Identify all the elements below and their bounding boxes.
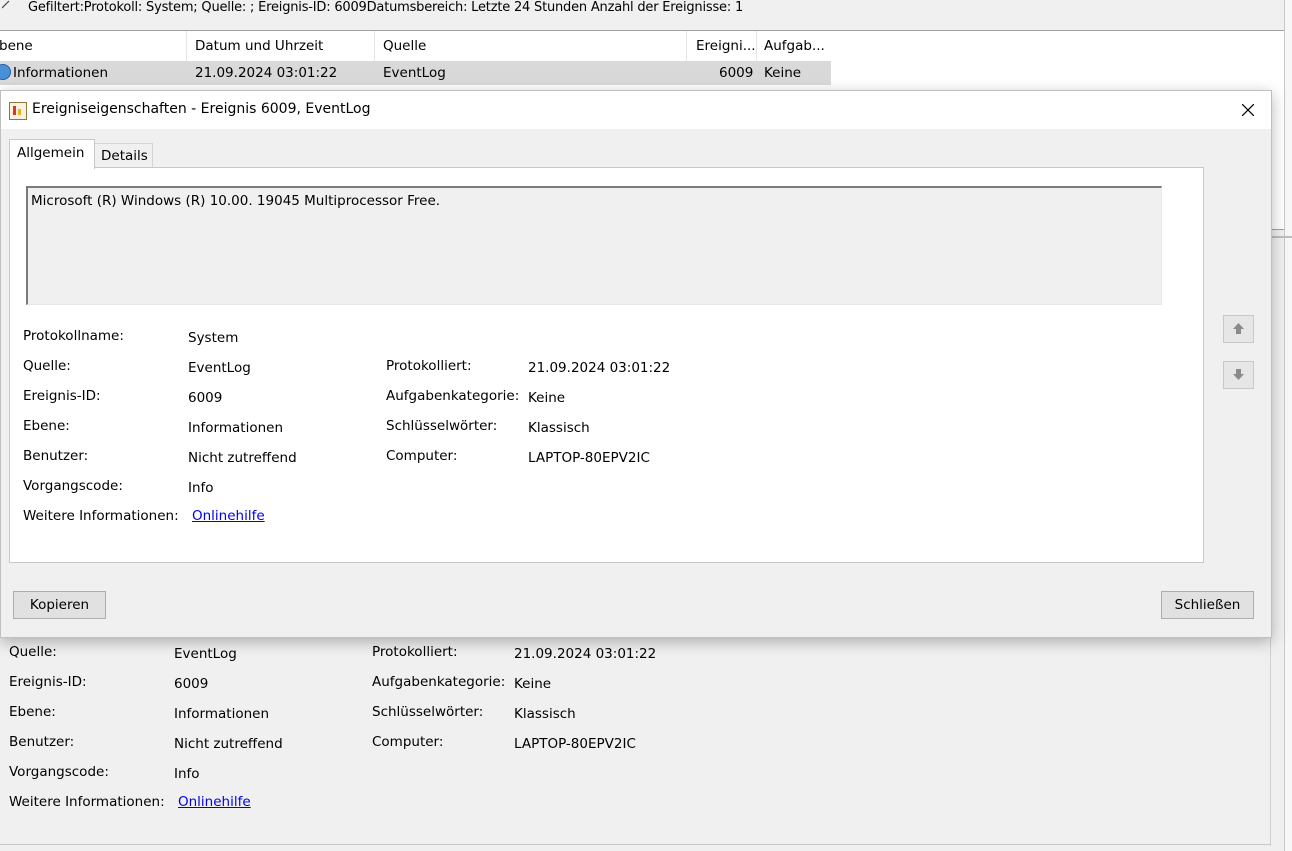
value-protokolliert: 21.09.2024 03:01:22 <box>528 360 671 376</box>
online-help-link[interactable]: Onlinehilfe <box>178 794 251 810</box>
filter-summary: Gefiltert:Protokoll: System; Quelle: ; E… <box>28 0 744 15</box>
close-icon <box>1242 104 1254 116</box>
filter-icon <box>2 0 10 9</box>
value-ereignis-id: 6009 <box>174 676 209 692</box>
column-separator[interactable] <box>756 31 757 61</box>
description-text: Microsoft (R) Windows (R) 10.00. 19045 M… <box>31 193 441 209</box>
value-ebene: Informationen <box>174 706 270 722</box>
table-row[interactable]: Informationen 21.09.2024 03:01:22 EventL… <box>0 61 831 85</box>
value-aufgabenkategorie: Keine <box>528 390 566 406</box>
tab-label: Details <box>101 148 148 164</box>
tab-allgemein[interactable]: Allgemein <box>9 139 95 169</box>
value-vorgangscode: Info <box>188 480 214 496</box>
next-event-button[interactable] <box>1223 361 1254 389</box>
label-aufgabenkategorie: Aufgabenkategorie: <box>386 388 520 404</box>
close-button-label: Schließen <box>1174 597 1241 613</box>
label-ereignis-id: Ereignis-ID: <box>23 388 101 404</box>
row-event-id: 6009 <box>719 65 754 81</box>
event-viewer-icon <box>9 102 27 120</box>
value-schluesselwoerter: Klassisch <box>514 706 576 722</box>
row-level: Informationen <box>13 65 109 81</box>
label-schluesselwoerter: Schlüsselwörter: <box>372 704 484 720</box>
tab-label: Allgemein <box>17 145 85 161</box>
column-separator[interactable] <box>186 31 187 61</box>
divider <box>0 844 1270 845</box>
column-header-level[interactable]: bene <box>0 38 33 54</box>
preview-details-pane: Quelle: EventLog Protokolliert: 21.09.20… <box>0 636 1271 846</box>
filter-bar: Gefiltert:Protokoll: System; Quelle: ; E… <box>0 0 1282 30</box>
copy-button-label: Kopieren <box>29 597 90 613</box>
label-vorgangscode: Vorgangscode: <box>9 764 109 780</box>
value-quelle: EventLog <box>174 646 237 662</box>
value-computer: LAPTOP-80EPV2IC <box>514 736 636 752</box>
label-ebene: Ebene: <box>23 418 70 434</box>
label-protokolliert: Protokolliert: <box>386 358 472 374</box>
column-header-task[interactable]: Aufgab... <box>764 38 825 54</box>
row-task: Keine <box>764 65 802 81</box>
arrow-down-icon <box>1233 369 1244 380</box>
close-button[interactable] <box>1231 95 1265 125</box>
label-benutzer: Benutzer: <box>9 734 75 750</box>
value-quelle: EventLog <box>188 360 251 376</box>
value-ebene: Informationen <box>188 420 284 436</box>
value-aufgabenkategorie: Keine <box>514 676 552 692</box>
arrow-up-icon <box>1233 323 1244 334</box>
label-schluesselwoerter: Schlüsselwörter: <box>386 418 498 434</box>
dialog-title: Ereigniseigenschaften - Ereignis 6009, E… <box>32 101 371 117</box>
copy-button[interactable]: Kopieren <box>13 591 106 619</box>
window-border <box>1284 0 1292 851</box>
online-help-link[interactable]: Onlinehilfe <box>192 508 265 524</box>
value-benutzer: Nicht zutreffend <box>174 736 283 752</box>
value-protokolliert: 21.09.2024 03:01:22 <box>514 646 657 662</box>
label-quelle: Quelle: <box>23 358 71 374</box>
label-computer: Computer: <box>372 734 444 750</box>
label-weitere-informationen: Weitere Informationen: <box>9 794 165 810</box>
label-aufgabenkategorie: Aufgabenkategorie: <box>372 674 506 690</box>
label-protokollname: Protokollname: <box>23 328 124 344</box>
column-header-source[interactable]: Quelle <box>383 38 426 54</box>
tab-details[interactable]: Details <box>93 143 153 168</box>
dialog-titlebar[interactable]: Ereigniseigenschaften - Ereignis 6009, E… <box>1 91 1271 129</box>
info-icon <box>0 64 11 80</box>
label-vorgangscode: Vorgangscode: <box>23 478 123 494</box>
label-quelle: Quelle: <box>9 644 57 660</box>
row-datetime: 21.09.2024 03:01:22 <box>195 65 338 81</box>
value-protokollname: System <box>188 330 239 346</box>
event-description[interactable]: Microsoft (R) Windows (R) 10.00. 19045 M… <box>26 186 1162 305</box>
label-computer: Computer: <box>386 448 458 464</box>
value-computer: LAPTOP-80EPV2IC <box>528 450 650 466</box>
previous-event-button[interactable] <box>1223 315 1254 343</box>
label-benutzer: Benutzer: <box>23 448 89 464</box>
column-header-datetime[interactable]: Datum und Uhrzeit <box>195 38 323 54</box>
close-dialog-button[interactable]: Schließen <box>1161 591 1254 619</box>
column-separator[interactable] <box>686 31 687 61</box>
value-schluesselwoerter: Klassisch <box>528 420 590 436</box>
event-properties-dialog: Ereigniseigenschaften - Ereignis 6009, E… <box>0 90 1272 638</box>
value-ereignis-id: 6009 <box>188 390 223 406</box>
label-protokolliert: Protokolliert: <box>372 644 458 660</box>
value-benutzer: Nicht zutreffend <box>188 450 297 466</box>
label-ebene: Ebene: <box>9 704 56 720</box>
event-list-header: bene Datum und Uhrzeit Quelle Ereigni...… <box>0 31 831 61</box>
label-ereignis-id: Ereignis-ID: <box>9 674 87 690</box>
value-vorgangscode: Info <box>174 766 200 782</box>
column-separator[interactable] <box>374 31 375 61</box>
column-header-event-id[interactable]: Ereigni... <box>696 38 756 54</box>
row-source: EventLog <box>383 65 446 81</box>
label-weitere-informationen: Weitere Informationen: <box>23 508 179 524</box>
